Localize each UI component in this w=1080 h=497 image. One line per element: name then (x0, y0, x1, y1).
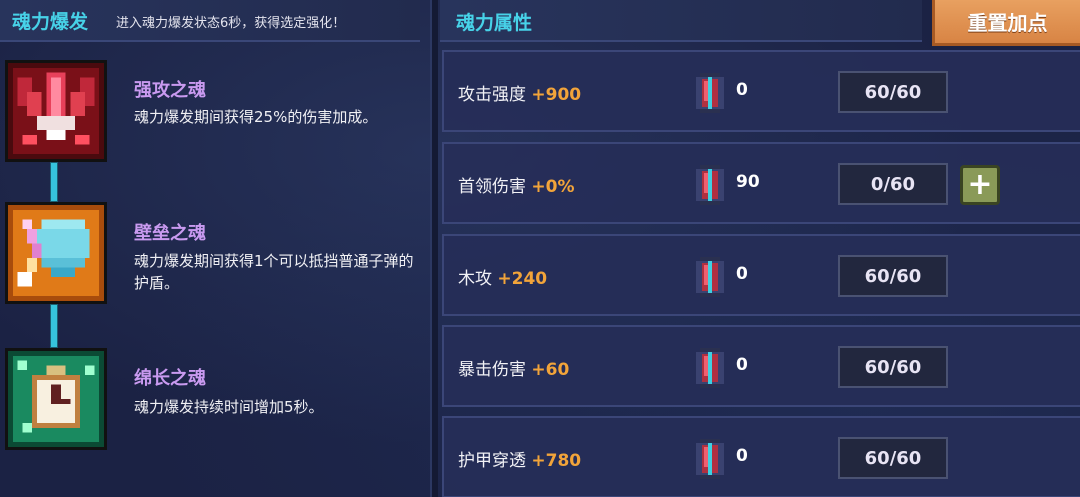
attribute-row: 攻击强度 +900 0 60/60 (442, 50, 1080, 132)
attribute-row: 护甲穿透 +780 0 60/60 (442, 416, 1080, 497)
gem-count: 0 (736, 80, 748, 100)
add-point-button[interactable]: + (960, 165, 1000, 205)
attribute-bonus: +60 (531, 360, 570, 380)
shield-sword-icon[interactable] (5, 202, 107, 304)
attribute-level: 0/60 (838, 163, 948, 205)
attribute-bonus: +240 (497, 269, 548, 289)
attribute-level: 60/60 (838, 71, 948, 113)
gem-count: 0 (736, 446, 748, 466)
plus-icon: + (967, 167, 993, 202)
soul-description: 魂力爆发期间获得25%的伤害加成。 (134, 108, 378, 126)
stopwatch-icon[interactable] (5, 348, 107, 450)
attribute-bonus: +0% (531, 177, 575, 197)
soul-description: 魂力爆发期间获得1个可以抵挡普通子弹的护盾。 (134, 252, 414, 292)
attribute-level: 60/60 (838, 437, 948, 479)
panel-divider (430, 0, 438, 497)
soul-description: 魂力爆发持续时间增加5秒。 (134, 398, 324, 416)
attribute-label: 攻击强度 +900 (458, 85, 582, 105)
soul-gem-icon (694, 257, 726, 297)
attribute-level: 60/60 (838, 255, 948, 297)
soul-burst-title: 魂力爆发 (12, 11, 89, 33)
soul-name: 强攻之魂 (134, 80, 206, 101)
attribute-label: 首领伤害 +0% (458, 177, 575, 197)
soul-gem-icon (694, 165, 726, 205)
attribute-label: 木攻 +240 (458, 269, 548, 289)
reset-points-button[interactable]: 重置加点 (932, 0, 1080, 46)
attribute-bonus: +900 (531, 85, 582, 105)
soul-connector (50, 304, 58, 348)
attribute-level: 60/60 (838, 346, 948, 388)
gem-count: 0 (736, 355, 748, 375)
soul-gem-icon (694, 348, 726, 388)
gem-count: 90 (736, 172, 760, 192)
soul-connector (50, 162, 58, 202)
gem-count: 0 (736, 264, 748, 284)
soul-attributes-title: 魂力属性 (456, 12, 533, 34)
soul-name: 绵长之魂 (134, 368, 206, 389)
attribute-row: 首领伤害 +0% 90 0/60 + (442, 142, 1080, 224)
soul-burst-subtitle: 进入魂力爆发状态6秒，获得选定强化！ (116, 16, 346, 31)
attribute-row: 暴击伤害 +60 0 60/60 (442, 325, 1080, 407)
soul-gem-icon (694, 439, 726, 479)
attribute-label: 暴击伤害 +60 (458, 360, 570, 380)
soul-burst-header: 魂力爆发 进入魂力爆发状态6秒，获得选定强化！ (0, 0, 420, 42)
soul-gem-icon (694, 73, 726, 113)
soul-name: 壁垒之魂 (134, 223, 206, 244)
attribute-row: 木攻 +240 0 60/60 (442, 234, 1080, 316)
soul-attributes-header: 魂力属性 (440, 0, 922, 42)
red-wing-ship-icon[interactable] (5, 60, 107, 162)
attribute-bonus: +780 (531, 451, 582, 471)
attribute-label: 护甲穿透 +780 (458, 451, 582, 471)
soul-burst-panel: 魂力爆发 进入魂力爆发状态6秒，获得选定强化！ 强攻之魂 魂力爆发期间获得25%… (0, 0, 430, 497)
